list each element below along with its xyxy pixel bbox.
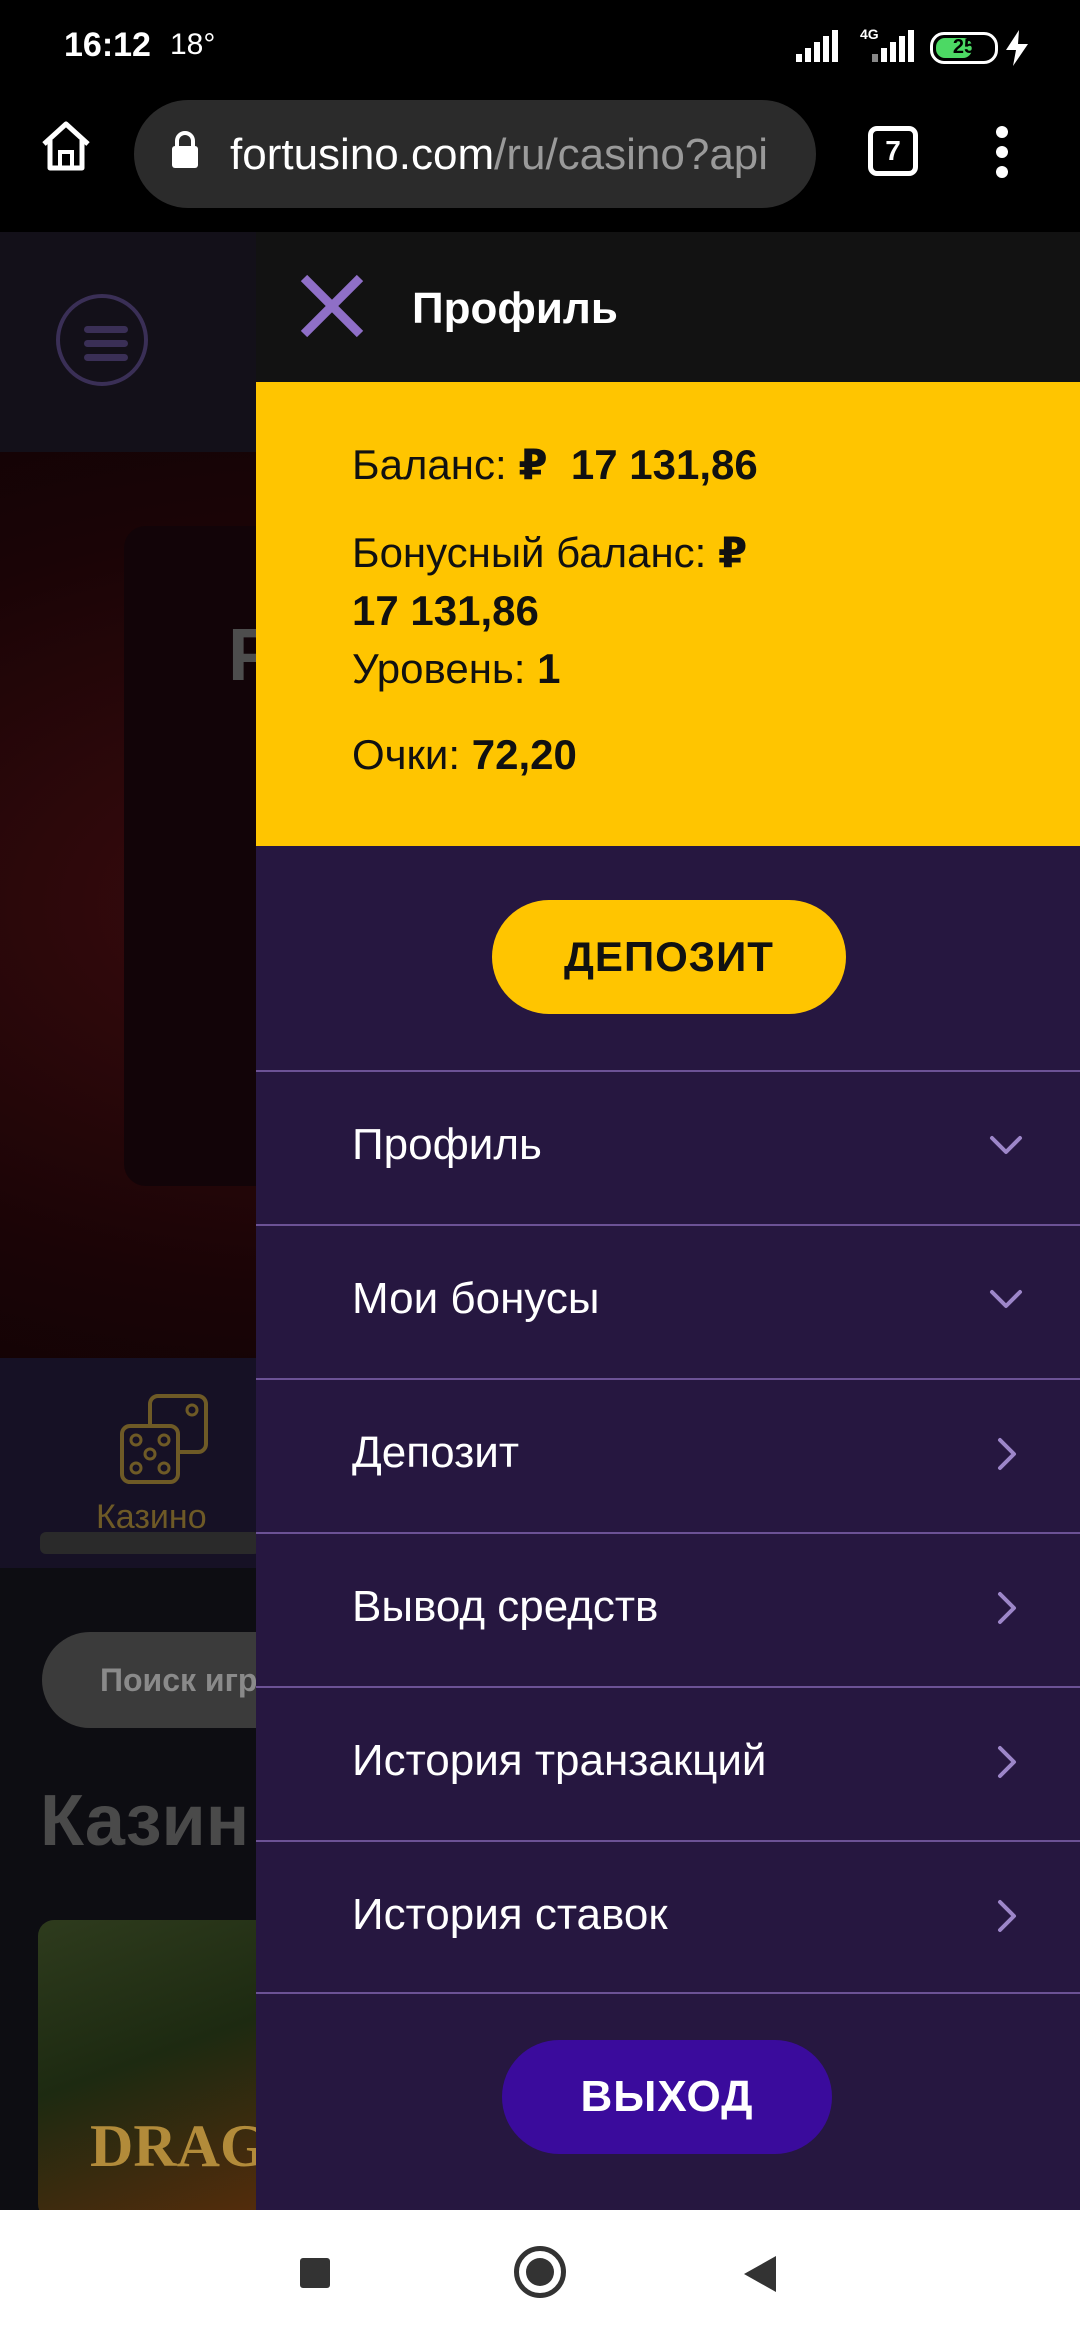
menu-item-profile[interactable]: Профиль: [256, 1070, 1080, 1224]
menu-item-deposit[interactable]: Депозит: [256, 1378, 1080, 1532]
level-label: Уровень:: [352, 645, 526, 692]
home-icon[interactable]: [36, 116, 96, 176]
back-icon[interactable]: [742, 2254, 778, 2294]
menu-item-label: Вывод средств: [352, 1582, 659, 1631]
tabs-button[interactable]: 7: [868, 126, 918, 176]
menu-item-withdrawal[interactable]: Вывод средств: [256, 1532, 1080, 1686]
game-card-title: DRAG: [90, 2113, 267, 2179]
browser-toolbar: fortusino.com/ru/casino?api 7: [0, 96, 1080, 232]
chevron-right-icon: [998, 1900, 1016, 1932]
url-host: fortusino.com: [230, 130, 495, 179]
signal-icon: [796, 30, 838, 62]
battery-level: 25: [952, 36, 976, 58]
menu-item-label: Профиль: [352, 1120, 542, 1169]
category-scrollbar: [40, 1532, 260, 1554]
drawer-title: Профиль: [412, 284, 618, 333]
charging-bolt-icon: [1006, 30, 1028, 66]
url-path: /ru/casino?api: [494, 130, 769, 179]
battery-icon: 25: [930, 32, 998, 64]
more-vert-icon[interactable]: [986, 122, 1018, 182]
menu-item-bet-history[interactable]: История ставок: [256, 1840, 1080, 1994]
currency-symbol: ₽: [518, 441, 548, 488]
currency-symbol: ₽: [718, 529, 748, 576]
recent-apps-icon[interactable]: [300, 2258, 330, 2288]
menu-item-label: Депозит: [352, 1428, 519, 1477]
logout-button[interactable]: ВЫХОД: [502, 2040, 832, 2154]
signal-4g-icon: [872, 30, 914, 62]
level-row: Уровень: 1: [352, 640, 561, 698]
address-bar[interactable]: fortusino.com/ru/casino?api: [134, 100, 816, 208]
hamburger-menu-icon[interactable]: [56, 294, 148, 386]
chevron-down-icon: [990, 1136, 1022, 1154]
deposit-button[interactable]: ДЕПОЗИТ: [492, 900, 846, 1014]
search-placeholder: Поиск игр: [100, 1662, 258, 1698]
chevron-down-icon: [990, 1290, 1022, 1308]
drawer-header: Профиль: [256, 232, 1080, 382]
chevron-right-icon: [998, 1746, 1016, 1778]
points-value: 72,20: [471, 731, 577, 778]
points-label: Очки:: [352, 731, 461, 778]
lock-icon: [172, 131, 198, 168]
chevron-right-icon: [998, 1438, 1016, 1470]
menu-item-label: Мои бонусы: [352, 1274, 600, 1323]
profile-menu: Профиль Мои бонусы Депозит Вывод средств: [256, 1070, 1080, 1994]
profile-drawer: Профиль Баланс: ₽ 17 131,86 Бонусный бал…: [256, 232, 1080, 2210]
balance-value: 17 131,86: [570, 441, 758, 488]
menu-item-label: История транзакций: [352, 1736, 767, 1785]
menu-item-my-bonuses[interactable]: Мои бонусы: [256, 1224, 1080, 1378]
points-row: Очки: 72,20: [352, 726, 577, 784]
level-value: 1: [537, 645, 561, 692]
chevron-right-icon: [998, 1592, 1016, 1624]
bonus-balance-value: 17 131,86: [352, 587, 539, 634]
dice-icon: [120, 1394, 208, 1484]
section-heading: Казин: [40, 1781, 250, 1861]
status-bar: 16:12 18° 4G 25: [0, 0, 1080, 96]
url-text: fortusino.com/ru/casino?api: [230, 130, 768, 180]
screen: 16:12 18° 4G 25 fortusino.com/ru/casino?…: [0, 0, 1080, 2340]
bonus-balance-row: Бонусный баланс: ₽ 17 131,86: [352, 524, 747, 640]
home-nav-icon[interactable]: [514, 2246, 566, 2298]
status-time: 16:12: [64, 26, 151, 64]
menu-item-transaction-history[interactable]: История транзакций: [256, 1686, 1080, 1840]
close-icon[interactable]: [298, 272, 366, 340]
system-nav-bar: [0, 2210, 1080, 2340]
menu-item-label: История ставок: [352, 1890, 668, 1939]
bonus-balance-label: Бонусный баланс:: [352, 529, 707, 576]
balance-label: Баланс:: [352, 441, 507, 488]
balance-row: Баланс: ₽ 17 131,86: [352, 436, 758, 494]
status-temperature: 18°: [170, 28, 216, 61]
balance-panel: Баланс: ₽ 17 131,86 Бонусный баланс: ₽ 1…: [256, 382, 1080, 846]
